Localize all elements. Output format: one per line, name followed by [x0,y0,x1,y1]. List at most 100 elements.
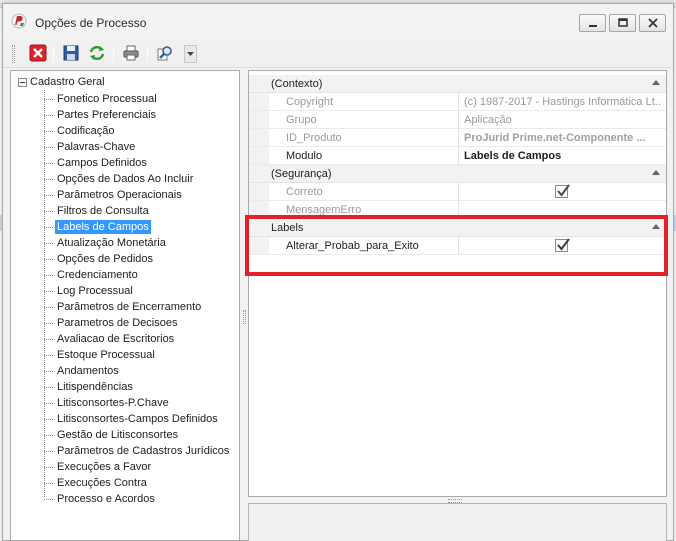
tree-item-label: Processo e Acordos [57,493,155,505]
tree-item[interactable]: Processo e Acordos [44,491,157,507]
save-button[interactable] [60,44,82,64]
tree-item[interactable]: Filtros de Consulta [44,203,151,219]
property-name: Grupo [286,114,317,126]
tree-item[interactable]: Opções de Dados Ao Incluir [44,171,195,187]
tree-item[interactable]: Litispendências [44,379,135,395]
close-button[interactable] [639,14,666,32]
category-labels[interactable]: Labels [249,219,666,237]
column-divider [458,183,459,200]
vertical-splitter[interactable] [243,310,246,324]
tree-item[interactable]: Campos Definidos [44,155,149,171]
property-name: ID_Produto [286,132,342,144]
column-divider [458,129,459,146]
tree-connector [44,434,53,436]
tree-item-label: Andamentos [57,365,119,377]
alterar-probab-checkbox[interactable] [555,238,570,252]
tree-item[interactable]: Litisconsortes-Campos Definidos [44,411,220,427]
tree-item-label: Avaliacao de Escritorios [57,333,175,345]
correto-checkbox[interactable] [555,184,570,198]
collapse-minus-icon[interactable] [18,77,27,87]
tree-item[interactable]: Labels de Campos [44,219,151,235]
horizontal-splitter[interactable] [248,498,667,503]
tree-item[interactable]: Atualização Monetária [44,235,168,251]
tree-item-label: Log Processual [57,285,133,297]
tree-connector [44,306,53,308]
toolbar-separator [113,46,114,62]
tree-item[interactable]: Execuções a Favor [44,459,153,475]
property-mensagem-erro[interactable]: MensagemErro [249,201,666,219]
cancel-button[interactable] [27,44,49,64]
chevron-up-icon[interactable] [652,224,660,229]
tree-item-label: Estoque Processual [57,349,155,361]
tree-item-label: Litisconsortes-P.Chave [57,397,169,409]
tree-item[interactable]: Opções de Pedidos [44,251,155,267]
property-copyright[interactable]: Copyright (c) 1987-2017 - Hastings Infor… [249,93,666,111]
tree-item-label: Filtros de Consulta [57,205,149,217]
find-magnifier-icon [157,44,175,65]
column-divider [458,237,459,254]
toolbar-grip[interactable] [12,45,15,63]
maximize-button[interactable] [609,14,636,32]
tree-connector [44,450,53,452]
tree-connector [44,290,53,292]
tree-item-label: Execuções a Favor [57,461,152,473]
tree-item-label: Parametros de Decisoes [57,317,178,329]
tree-item[interactable]: Fonetico Processual [44,91,159,107]
tree-item[interactable]: Parâmetros de Cadastros Jurídicos [44,443,231,459]
tree-item[interactable]: Avaliacao de Escritorios [44,331,176,347]
tree-item[interactable]: Parâmetros Operacionais [44,187,184,203]
tree-connector [44,210,53,212]
app-logo-icon [10,12,28,30]
category-seguranca[interactable]: (Segurança) [249,165,666,183]
property-grid[interactable]: (Contexto) Copyright (c) 1987-2017 - Has… [248,70,667,497]
tree-item[interactable]: Credenciamento [44,267,140,283]
tree-item-label: Litispendências [57,381,133,393]
category-label: (Segurança) [271,168,332,180]
tree-root-node[interactable]: Cadastro Geral [18,75,105,89]
print-button[interactable] [120,44,142,64]
tree-item[interactable]: Log Processual [44,283,135,299]
tree-item[interactable]: Andamentos [44,363,121,379]
property-modulo[interactable]: Modulo Labels de Campos [249,147,666,165]
refresh-button[interactable] [86,44,108,64]
property-correto[interactable]: Correto [249,183,666,201]
property-value: (c) 1987-2017 - Hastings Informática Lt.… [464,96,662,108]
options-tree[interactable]: Cadastro Geral Fonetico Processual Partes… [10,70,240,541]
tree-connector [44,466,53,468]
property-grupo[interactable]: Grupo Aplicação [249,111,666,129]
minimize-button[interactable] [579,14,606,32]
tree-item-label: Codificação [57,125,115,137]
row-gutter [249,129,269,146]
title-bar[interactable]: Opções de Processo [3,4,673,38]
tree-item[interactable]: Codificação [44,123,116,139]
window-title: Opções de Processo [35,16,147,30]
tree-item[interactable]: Estoque Processual [44,347,157,363]
chevron-up-icon[interactable] [652,80,660,85]
close-icon [647,18,658,28]
tree-item[interactable]: Parâmetros de Encerramento [44,299,203,315]
property-alterar-probab[interactable]: Alterar_Probab_para_Exito [249,237,666,255]
property-id-produto[interactable]: ID_Produto ProJurid Prime.net-Componente… [249,129,666,147]
tree-connector [44,370,53,372]
find-button[interactable] [155,44,177,64]
tree-connector [44,354,53,356]
toolbar-overflow-dropdown[interactable] [184,45,197,63]
tree-item[interactable]: Execuções Contra [44,475,149,491]
options-dialog: Opções de Processo Cadastro Geral Foneti… [2,3,674,541]
tree-connector [44,258,53,260]
tree-item[interactable]: Litisconsortes-P.Chave [44,395,171,411]
tree-connector [44,114,53,116]
tree-item[interactable]: Parametros de Decisoes [44,315,179,331]
tree-item[interactable]: Palavras-Chave [44,139,137,155]
tree-item[interactable]: Partes Preferenciais [44,107,158,123]
tree-item-label: Parâmetros de Cadastros Jurídicos [57,445,230,457]
chevron-up-icon[interactable] [652,170,660,175]
checkmark-icon [557,238,570,251]
row-gutter [249,93,269,110]
tree-connector [44,338,53,340]
row-gutter [249,183,269,200]
tree-connector [44,418,53,420]
minimize-icon [588,18,598,28]
tree-item[interactable]: Gestão de Litisconsortes [44,427,180,443]
category-contexto[interactable]: (Contexto) [249,75,666,93]
